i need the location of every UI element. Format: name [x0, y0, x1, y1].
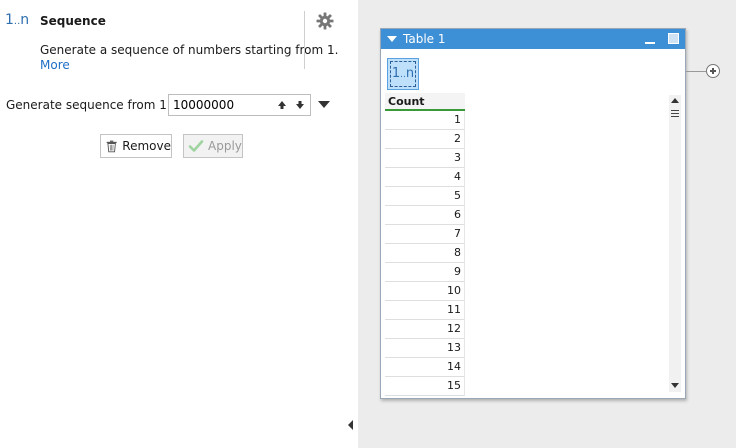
operator-title: Sequence — [40, 14, 106, 28]
table-cell[interactable]: 14 — [385, 358, 465, 377]
gear-icon[interactable] — [316, 12, 334, 30]
table-cell[interactable]: 7 — [385, 225, 465, 244]
column-header-count[interactable]: Count — [385, 93, 465, 111]
operator-description: Generate a sequence of numbers starting … — [40, 43, 339, 57]
scroll-down-icon[interactable] — [671, 383, 679, 388]
table-cell[interactable]: 9 — [385, 263, 465, 282]
table-cell[interactable]: 15 — [385, 377, 465, 396]
table-cell[interactable]: 6 — [385, 206, 465, 225]
table-cell[interactable]: 10 — [385, 282, 465, 301]
table-window-titlebar[interactable]: Table 1 — [381, 29, 685, 49]
generate-label: Generate sequence from 1 to — [6, 98, 183, 112]
table-window[interactable]: Table 1 1..n Count 1 2 3 4 5 6 7 8 9 10 11 12 13 14 15 — [380, 28, 686, 399]
sequence-end-field[interactable] — [168, 94, 311, 116]
table-cell[interactable]: 11 — [385, 301, 465, 320]
table-cell[interactable]: 3 — [385, 149, 465, 168]
remove-button[interactable]: Remove — [100, 134, 172, 158]
minimize-icon[interactable] — [645, 42, 655, 44]
table-cell[interactable]: 5 — [385, 187, 465, 206]
sequence-icon: 1..n — [5, 12, 30, 28]
sequence-end-input[interactable] — [173, 97, 269, 113]
remove-button-label: Remove — [122, 139, 171, 153]
more-link[interactable]: More — [40, 58, 70, 72]
scroll-grip-icon[interactable] — [671, 110, 679, 117]
apply-button-label: Apply — [208, 139, 242, 153]
decrement-arrow-icon[interactable] — [294, 99, 306, 111]
maximize-icon[interactable] — [668, 33, 679, 44]
operator-panel: 1..n Sequence Generate a sequence of num… — [0, 0, 358, 448]
table-cell[interactable]: 2 — [385, 130, 465, 149]
divider — [304, 11, 305, 69]
increment-arrow-icon[interactable] — [276, 99, 288, 111]
scroll-up-icon[interactable] — [671, 98, 679, 103]
trash-icon — [106, 140, 117, 153]
connector-line — [686, 71, 706, 72]
table-cell[interactable]: 12 — [385, 320, 465, 339]
sequence-operator-chip[interactable]: 1..n — [387, 58, 419, 90]
table-cell[interactable]: 13 — [385, 339, 465, 358]
table-cell[interactable]: 8 — [385, 244, 465, 263]
table-window-title: Table 1 — [403, 32, 446, 46]
data-table: Count 1 2 3 4 5 6 7 8 9 10 11 12 13 14 15 — [385, 93, 465, 396]
add-output-icon[interactable] — [706, 64, 720, 78]
options-dropdown-icon[interactable] — [318, 101, 330, 108]
sequence-chip-icon: 1..n — [390, 61, 416, 87]
window-menu-caret-icon[interactable] — [387, 36, 397, 42]
apply-button[interactable]: Apply — [183, 134, 243, 158]
workspace-canvas: Table 1 1..n Count 1 2 3 4 5 6 7 8 9 10 11 12 13 14 15 — [358, 0, 736, 448]
checkmark-icon — [188, 140, 204, 152]
collapse-panel-icon[interactable] — [348, 420, 353, 430]
table-cell[interactable]: 4 — [385, 168, 465, 187]
table-cell[interactable]: 1 — [385, 111, 465, 130]
vertical-scrollbar[interactable] — [669, 95, 681, 392]
